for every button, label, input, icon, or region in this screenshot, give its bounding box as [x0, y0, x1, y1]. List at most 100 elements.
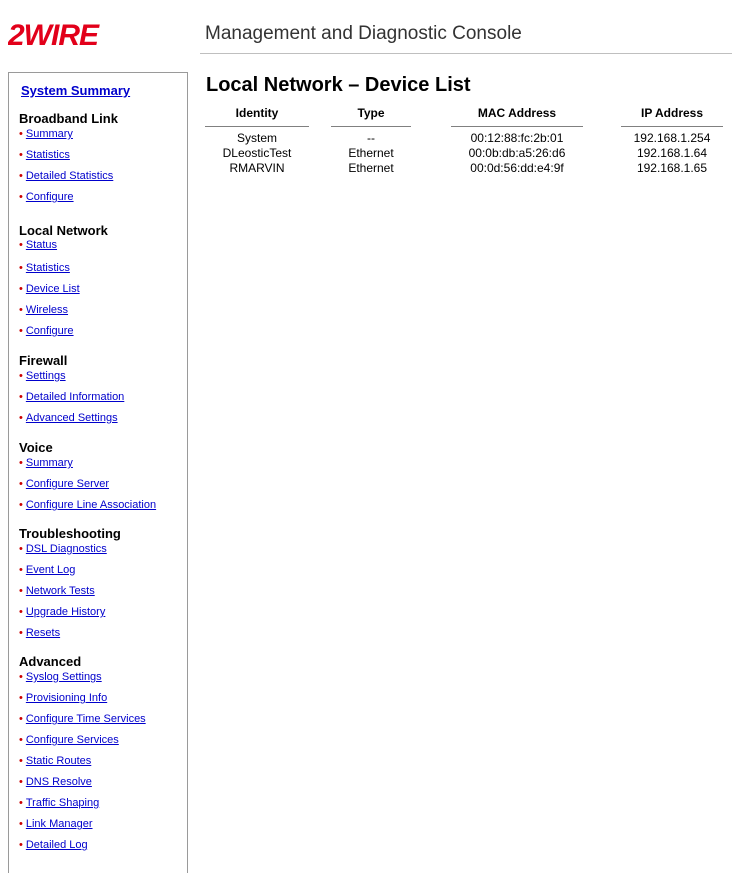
- sidebar-item-label[interactable]: Detailed Statistics: [26, 170, 113, 182]
- sidebar-item-label[interactable]: Provisioning Info: [26, 692, 107, 704]
- sidebar-item-label[interactable]: Network Tests: [26, 585, 95, 597]
- sidebar-item-label[interactable]: Detailed Log: [26, 839, 88, 851]
- sidebar-item-label[interactable]: Advanced Settings: [26, 412, 118, 424]
- sidebar-item-label[interactable]: Configure Services: [26, 734, 119, 746]
- sidebar-system-summary-link[interactable]: System Summary: [21, 83, 130, 98]
- sidebar-section-voice: Voice: [19, 440, 53, 455]
- sidebar-item-label[interactable]: Link Manager: [26, 818, 93, 830]
- bullet-icon: •: [19, 499, 23, 511]
- sidebar-item-configure-services[interactable]: • Configure Services: [19, 734, 119, 746]
- sidebar-item-local-configure[interactable]: • Configure: [19, 325, 74, 337]
- sidebar-item-firewall-detailed-information[interactable]: • Detailed Information: [19, 391, 124, 403]
- cell-ip-address: 192.168.1.254: [633, 131, 711, 145]
- column-header-identity: Identity: [235, 106, 279, 120]
- sidebar-item-label[interactable]: Configure Line Association: [26, 499, 156, 511]
- sidebar-item-broadband-statistics[interactable]: • Statistics: [19, 149, 70, 161]
- sidebar-item-label[interactable]: Status: [26, 239, 57, 251]
- sidebar-item-event-log[interactable]: • Event Log: [19, 564, 75, 576]
- sidebar-item-label[interactable]: Statistics: [26, 262, 70, 274]
- sidebar-item-label[interactable]: Configure: [26, 325, 74, 337]
- sidebar-section-advanced: Advanced: [19, 654, 82, 669]
- bullet-icon: •: [19, 713, 23, 725]
- sidebar-item-label[interactable]: Upgrade History: [26, 606, 105, 618]
- sidebar-item-label[interactable]: Device List: [26, 283, 80, 295]
- column-divider: [451, 126, 583, 127]
- sidebar-item-resets[interactable]: • Resets: [19, 627, 60, 639]
- sidebar-item-broadband-summary[interactable]: • Summary: [19, 128, 73, 140]
- bullet-icon: •: [19, 391, 23, 403]
- sidebar-item-label[interactable]: Summary: [26, 128, 73, 140]
- column-divider: [205, 126, 309, 127]
- sidebar-item-broadband-detailed-statistics[interactable]: • Detailed Statistics: [19, 170, 113, 182]
- bullet-icon: •: [19, 478, 23, 490]
- sidebar-item-label[interactable]: Traffic Shaping: [26, 797, 99, 809]
- sidebar-item-label[interactable]: Syslog Settings: [26, 671, 102, 683]
- sidebar-item-label[interactable]: Configure Server: [26, 478, 109, 490]
- sidebar-item-traffic-shaping[interactable]: • Traffic Shaping: [19, 797, 99, 809]
- sidebar-item-local-status[interactable]: • Status: [19, 239, 57, 251]
- sidebar-item-dns-resolve[interactable]: • DNS Resolve: [19, 776, 92, 788]
- sidebar-item-local-device-list[interactable]: • Device List: [19, 283, 80, 295]
- bullet-icon: •: [19, 283, 23, 295]
- bullet-icon: •: [19, 370, 23, 382]
- sidebar-section-broadband-link: Broadband Link: [19, 111, 118, 126]
- sidebar-item-static-routes[interactable]: • Static Routes: [19, 755, 91, 767]
- sidebar-nav: System Summary Broadband Link • Summary •…: [8, 72, 188, 873]
- bullet-icon: •: [19, 692, 23, 704]
- sidebar-item-syslog-settings[interactable]: • Syslog Settings: [19, 671, 102, 683]
- sidebar-item-upgrade-history[interactable]: • Upgrade History: [19, 606, 105, 618]
- console-title: Management and Diagnostic Console: [205, 23, 522, 44]
- cell-identity: RMARVIN: [229, 161, 285, 175]
- sidebar-item-label[interactable]: Configure: [26, 191, 74, 203]
- bullet-icon: •: [19, 797, 23, 809]
- sidebar-item-label[interactable]: Settings: [26, 370, 66, 382]
- bullet-icon: •: [19, 543, 23, 555]
- sidebar-item-configure-time-services[interactable]: • Configure Time Services: [19, 713, 146, 725]
- sidebar-item-label[interactable]: Statistics: [26, 149, 70, 161]
- bullet-icon: •: [19, 585, 23, 597]
- cell-identity: System: [236, 131, 277, 145]
- sidebar-item-local-wireless[interactable]: • Wireless: [19, 304, 68, 316]
- bullet-icon: •: [19, 734, 23, 746]
- bullet-icon: •: [19, 606, 23, 618]
- sidebar-item-firewall-advanced-settings[interactable]: • Advanced Settings: [19, 412, 118, 424]
- bullet-icon: •: [19, 755, 23, 767]
- bullet-icon: •: [19, 818, 23, 830]
- sidebar-item-broadband-configure[interactable]: • Configure: [19, 191, 74, 203]
- cell-type: Ethernet: [348, 161, 394, 175]
- bullet-icon: •: [19, 149, 23, 161]
- page-title: Local Network – Device List: [206, 74, 471, 96]
- column-divider: [621, 126, 723, 127]
- sidebar-item-label[interactable]: DSL Diagnostics: [26, 543, 107, 555]
- bullet-icon: •: [19, 304, 23, 316]
- sidebar-item-dsl-diagnostics[interactable]: • DSL Diagnostics: [19, 543, 107, 555]
- bullet-icon: •: [19, 564, 23, 576]
- sidebar-item-voice-summary[interactable]: • Summary: [19, 457, 73, 469]
- sidebar-item-detailed-log[interactable]: • Detailed Log: [19, 839, 88, 851]
- sidebar-item-provisioning-info[interactable]: • Provisioning Info: [19, 692, 107, 704]
- sidebar-item-label[interactable]: Detailed Information: [26, 391, 124, 403]
- sidebar-item-label[interactable]: Event Log: [26, 564, 76, 576]
- bullet-icon: •: [19, 839, 23, 851]
- sidebar-item-label[interactable]: Summary: [26, 457, 73, 469]
- bullet-icon: •: [19, 170, 23, 182]
- sidebar-item-label[interactable]: Static Routes: [26, 755, 91, 767]
- sidebar-item-network-tests[interactable]: • Network Tests: [19, 585, 95, 597]
- sidebar-item-local-statistics[interactable]: • Statistics: [19, 262, 70, 274]
- bullet-icon: •: [19, 776, 23, 788]
- sidebar-item-voice-configure-server[interactable]: • Configure Server: [19, 478, 109, 490]
- cell-ip-address: 192.168.1.65: [636, 161, 708, 175]
- bullet-icon: •: [19, 239, 23, 251]
- sidebar-item-label[interactable]: Wireless: [26, 304, 68, 316]
- column-header-mac-address: MAC Address: [477, 106, 557, 120]
- sidebar-item-label[interactable]: DNS Resolve: [26, 776, 92, 788]
- sidebar-item-voice-configure-line-association[interactable]: • Configure Line Association: [19, 499, 156, 511]
- header-divider: [200, 53, 732, 54]
- sidebar-item-label[interactable]: Resets: [26, 627, 60, 639]
- sidebar-item-firewall-settings[interactable]: • Settings: [19, 370, 66, 382]
- sidebar-item-link-manager[interactable]: • Link Manager: [19, 818, 93, 830]
- bullet-icon: •: [19, 671, 23, 683]
- sidebar-item-label[interactable]: Configure Time Services: [26, 713, 146, 725]
- bullet-icon: •: [19, 191, 23, 203]
- sidebar-section-troubleshooting: Troubleshooting: [19, 526, 121, 541]
